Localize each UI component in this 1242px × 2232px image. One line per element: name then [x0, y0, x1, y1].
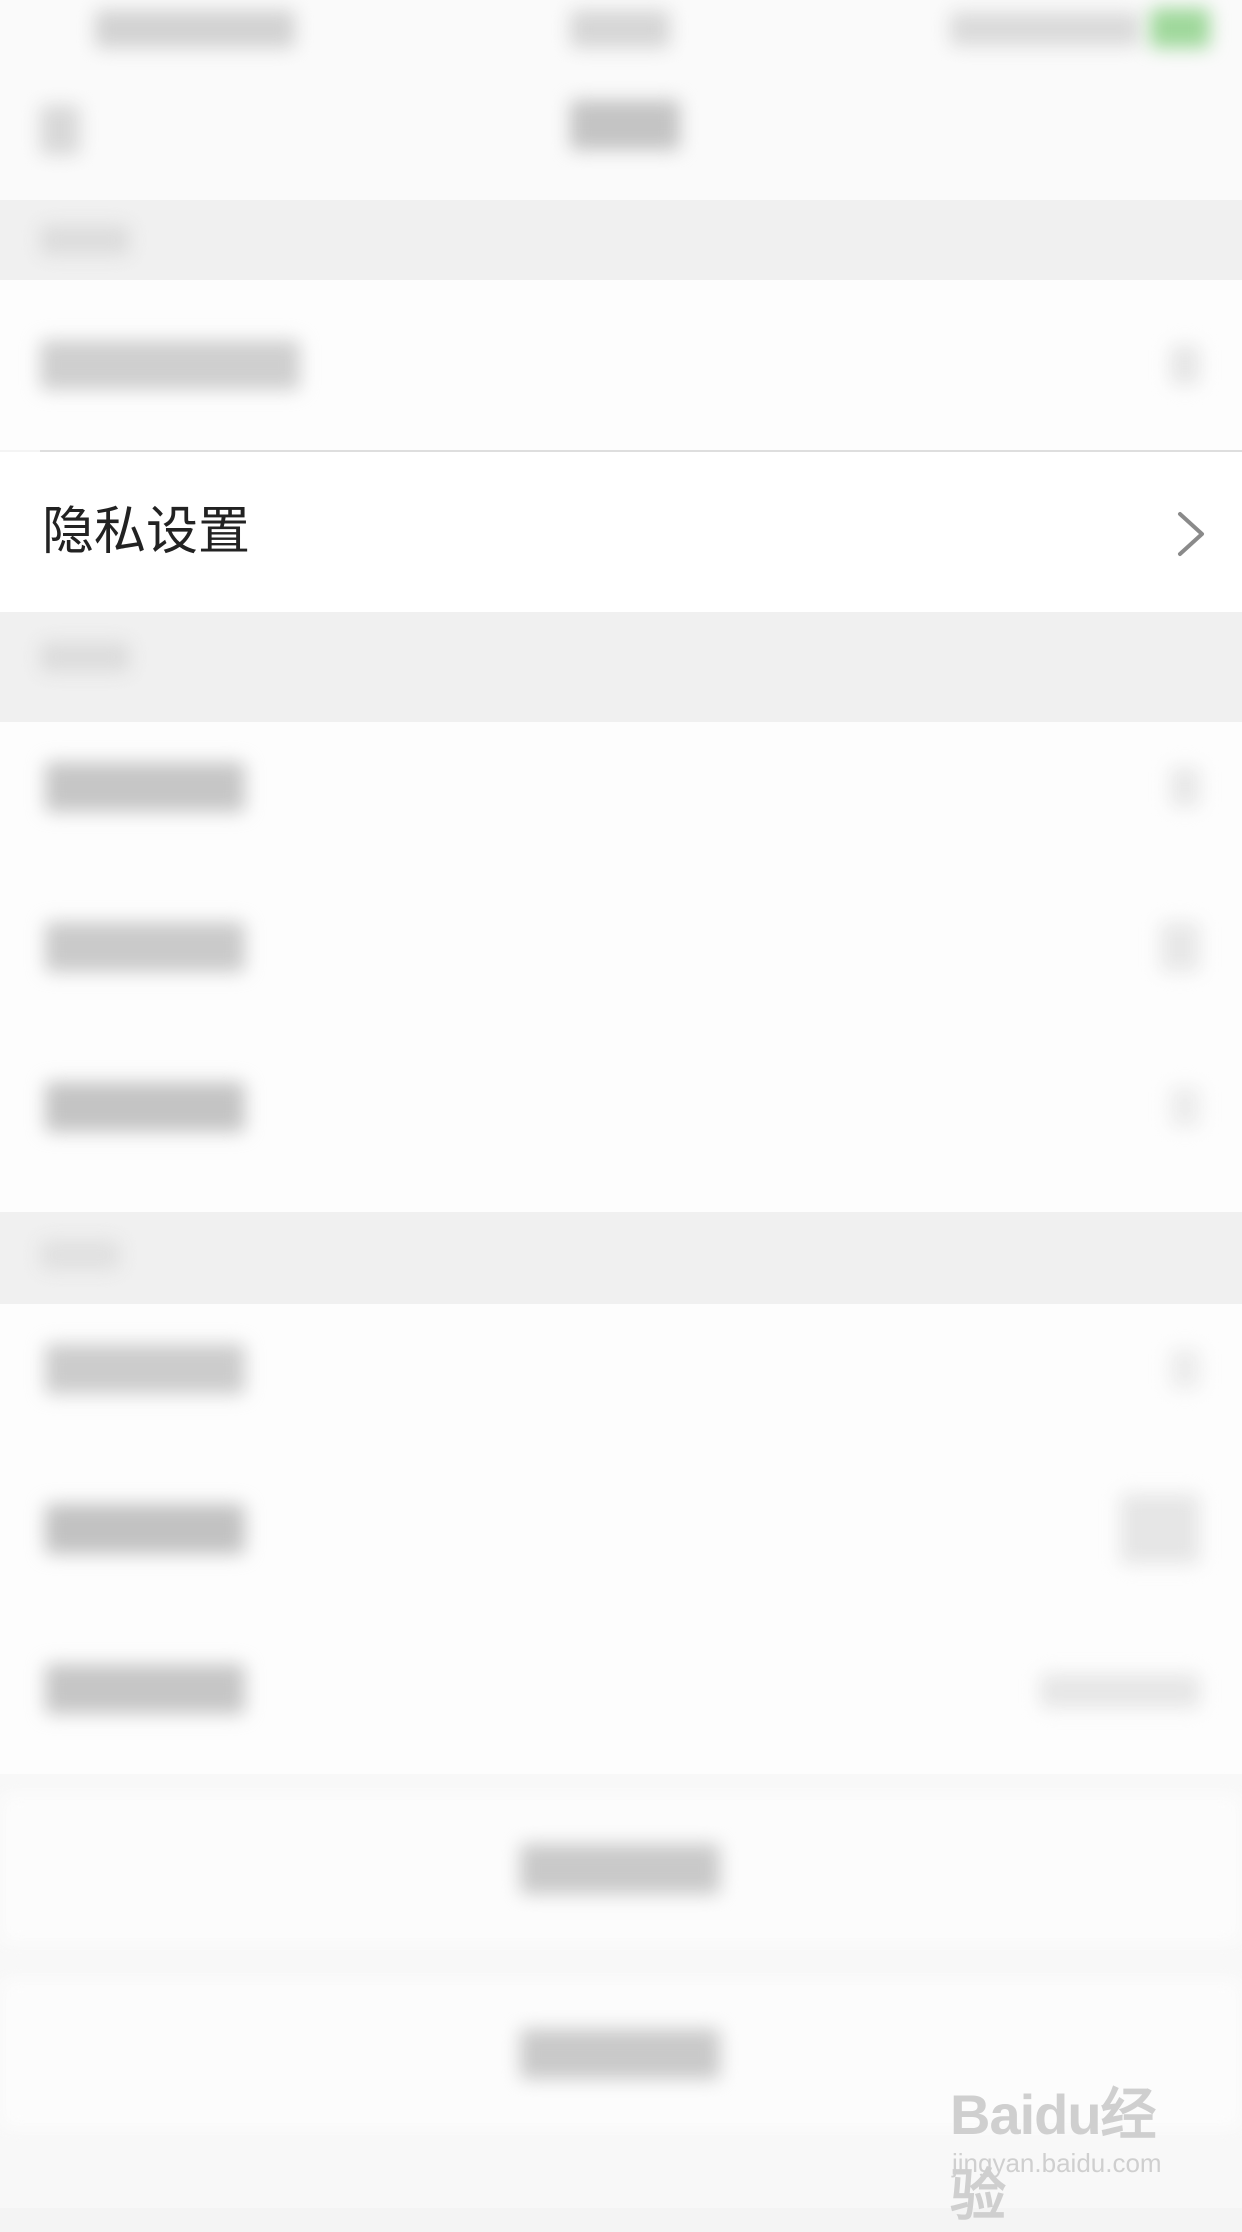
row-value — [1040, 1674, 1200, 1708]
status-carrier — [95, 10, 295, 48]
settings-group-3 — [0, 1304, 1242, 1774]
row-label — [45, 1664, 245, 1714]
page-title — [570, 100, 680, 150]
section-header-text — [40, 1240, 120, 1270]
privacy-settings-label: 隐私设置 — [42, 502, 251, 562]
chevron-right-icon — [1178, 512, 1204, 556]
toggle-switch[interactable] — [1120, 1494, 1200, 1564]
chevron-right-icon — [1170, 345, 1200, 385]
battery-icon — [1150, 8, 1210, 48]
status-icons — [950, 12, 1140, 46]
button-label — [520, 1844, 720, 1894]
settings-row-1[interactable] — [0, 280, 1242, 450]
back-icon[interactable] — [40, 105, 80, 155]
section-header-3 — [0, 1212, 1242, 1304]
section-header-text — [40, 225, 130, 255]
chevron-right-icon — [1170, 767, 1200, 807]
settings-group-2 — [0, 722, 1242, 1212]
row-label — [40, 340, 300, 390]
chevron-right-icon — [1170, 1349, 1200, 1389]
watermark-site: jingyan.baidu.com — [952, 2148, 1162, 2178]
button-label — [520, 2029, 720, 2079]
row-label — [45, 1504, 245, 1554]
row-label — [45, 1082, 245, 1132]
section-header-text — [40, 642, 130, 672]
nav-bar — [0, 0, 1242, 200]
section-header-1 — [0, 200, 1242, 280]
chevron-right-icon — [1170, 1087, 1200, 1127]
section-header-2 — [0, 612, 1242, 722]
baidu-watermark: Baidu经验 jingyan.baidu.com — [950, 2070, 1200, 2227]
row-label — [45, 1344, 245, 1394]
status-time — [570, 10, 670, 48]
row-label — [45, 762, 245, 812]
row-label — [45, 922, 245, 972]
chevron-right-icon — [1160, 922, 1200, 972]
